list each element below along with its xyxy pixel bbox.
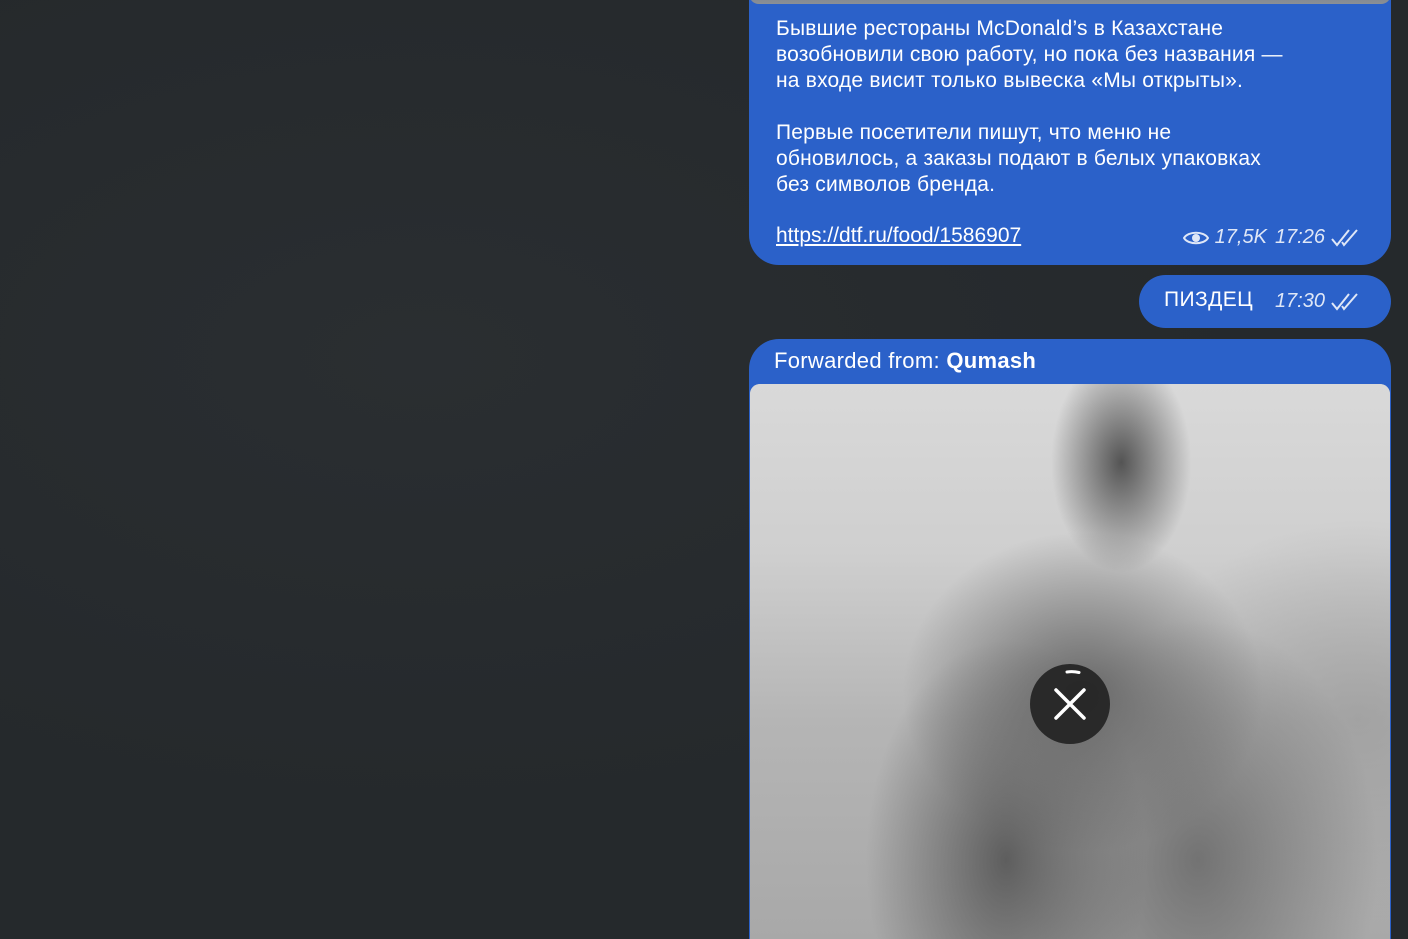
blurred-image bbox=[750, 384, 1390, 939]
message-bubble-forwarded[interactable]: Forwarded from: Qumash bbox=[749, 339, 1391, 939]
message-time: 17:30 bbox=[1274, 290, 1325, 312]
forwarded-source[interactable]: Qumash bbox=[946, 348, 1036, 373]
view-count: 17,5K bbox=[1214, 226, 1267, 248]
close-icon bbox=[1054, 670, 1086, 720]
message-time: 17:26 bbox=[1274, 226, 1325, 248]
forwarded-header[interactable]: Forwarded from: Qumash bbox=[774, 348, 1036, 374]
message-text: ПИЗДЕЦ bbox=[1164, 288, 1254, 311]
media-preview[interactable] bbox=[750, 384, 1390, 939]
previous-media-edge bbox=[749, 0, 1391, 4]
message-bubble-post[interactable]: Бывшие рестораны McDonald’s в Казахстане… bbox=[749, 0, 1391, 265]
double-check-icon bbox=[1331, 228, 1358, 247]
cancel-download-button[interactable] bbox=[1030, 664, 1110, 744]
message-text: Бывшие рестораны McDonald’s в Казахстане… bbox=[776, 17, 1283, 196]
forwarded-label: Forwarded from: bbox=[774, 348, 940, 373]
message-meta: 17:30 bbox=[1275, 290, 1361, 313]
message-meta: 17,5K 17:26 bbox=[1182, 226, 1361, 249]
double-check-icon bbox=[1331, 292, 1358, 311]
eye-icon bbox=[1182, 231, 1209, 244]
message-bubble-short[interactable]: ПИЗДЕЦ 17:30 bbox=[1139, 275, 1391, 328]
message-link[interactable]: https://dtf.ru/food/1586907 bbox=[776, 223, 1021, 249]
